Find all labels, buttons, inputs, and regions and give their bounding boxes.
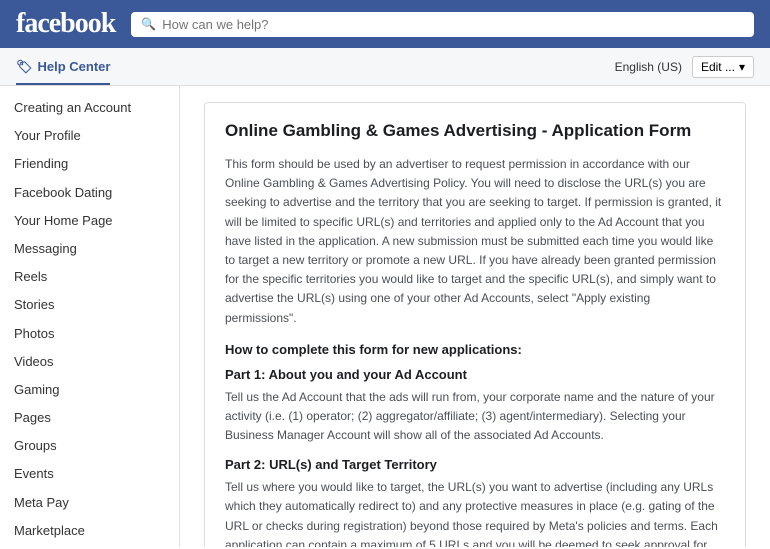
sidebar-item-gaming[interactable]: Gaming bbox=[0, 376, 179, 404]
sidebar: Creating an AccountYour ProfileFriending… bbox=[0, 86, 180, 547]
sidebar-item-videos[interactable]: Videos bbox=[0, 348, 179, 376]
sidebar-item-friending[interactable]: Friending bbox=[0, 150, 179, 178]
content-area: Online Gambling & Games Advertising - Ap… bbox=[180, 86, 770, 547]
sidebar-item-your-profile[interactable]: Your Profile bbox=[0, 122, 179, 150]
help-center-label: Help Center bbox=[38, 59, 111, 74]
part1-heading: Part 1: About you and your Ad Account bbox=[225, 367, 725, 382]
facebook-logo: facebook bbox=[16, 8, 115, 40]
edit-label: Edit ... bbox=[701, 60, 735, 74]
part2-body: Tell us where you would like to target, … bbox=[225, 478, 725, 547]
sidebar-item-stories[interactable]: Stories bbox=[0, 291, 179, 319]
sidebar-item-events[interactable]: Events bbox=[0, 460, 179, 488]
part2-heading: Part 2: URL(s) and Target Territory bbox=[225, 457, 725, 472]
subheader-right: English (US) Edit ... ▾ bbox=[615, 56, 754, 78]
sidebar-item-groups[interactable]: Groups bbox=[0, 432, 179, 460]
sidebar-item-reels[interactable]: Reels bbox=[0, 263, 179, 291]
article-title: Online Gambling & Games Advertising - Ap… bbox=[225, 121, 725, 141]
search-icon: 🔍 bbox=[141, 17, 156, 31]
part1-body: Tell us the Ad Account that the ads will… bbox=[225, 388, 725, 446]
article-intro: This form should be used by an advertise… bbox=[225, 155, 725, 328]
language-label: English (US) bbox=[615, 60, 682, 74]
sidebar-item-photos[interactable]: Photos bbox=[0, 320, 179, 348]
subheader: 🏷 Help Center English (US) Edit ... ▾ bbox=[0, 48, 770, 86]
sidebar-item-marketplace[interactable]: Marketplace bbox=[0, 517, 179, 545]
sidebar-item-facebook-dating[interactable]: Facebook Dating bbox=[0, 179, 179, 207]
sidebar-item-creating-account[interactable]: Creating an Account bbox=[0, 94, 179, 122]
main-layout: Creating an AccountYour ProfileFriending… bbox=[0, 86, 770, 547]
search-bar[interactable]: 🔍 bbox=[131, 12, 754, 37]
edit-button[interactable]: Edit ... ▾ bbox=[692, 56, 754, 78]
sidebar-item-messaging[interactable]: Messaging bbox=[0, 235, 179, 263]
sidebar-item-pages[interactable]: Pages bbox=[0, 404, 179, 432]
chevron-down-icon: ▾ bbox=[739, 60, 745, 74]
search-input[interactable] bbox=[162, 17, 744, 32]
sidebar-item-apps[interactable]: Apps bbox=[0, 545, 179, 547]
help-center-link[interactable]: 🏷 Help Center bbox=[16, 48, 110, 85]
how-to-heading: How to complete this form for new applic… bbox=[225, 342, 725, 357]
sidebar-item-meta-pay[interactable]: Meta Pay bbox=[0, 489, 179, 517]
article-box: Online Gambling & Games Advertising - Ap… bbox=[204, 102, 746, 547]
bookmark-icon: 🏷 bbox=[16, 59, 33, 75]
page-header: facebook 🔍 bbox=[0, 0, 770, 48]
sidebar-item-your-home-page[interactable]: Your Home Page bbox=[0, 207, 179, 235]
